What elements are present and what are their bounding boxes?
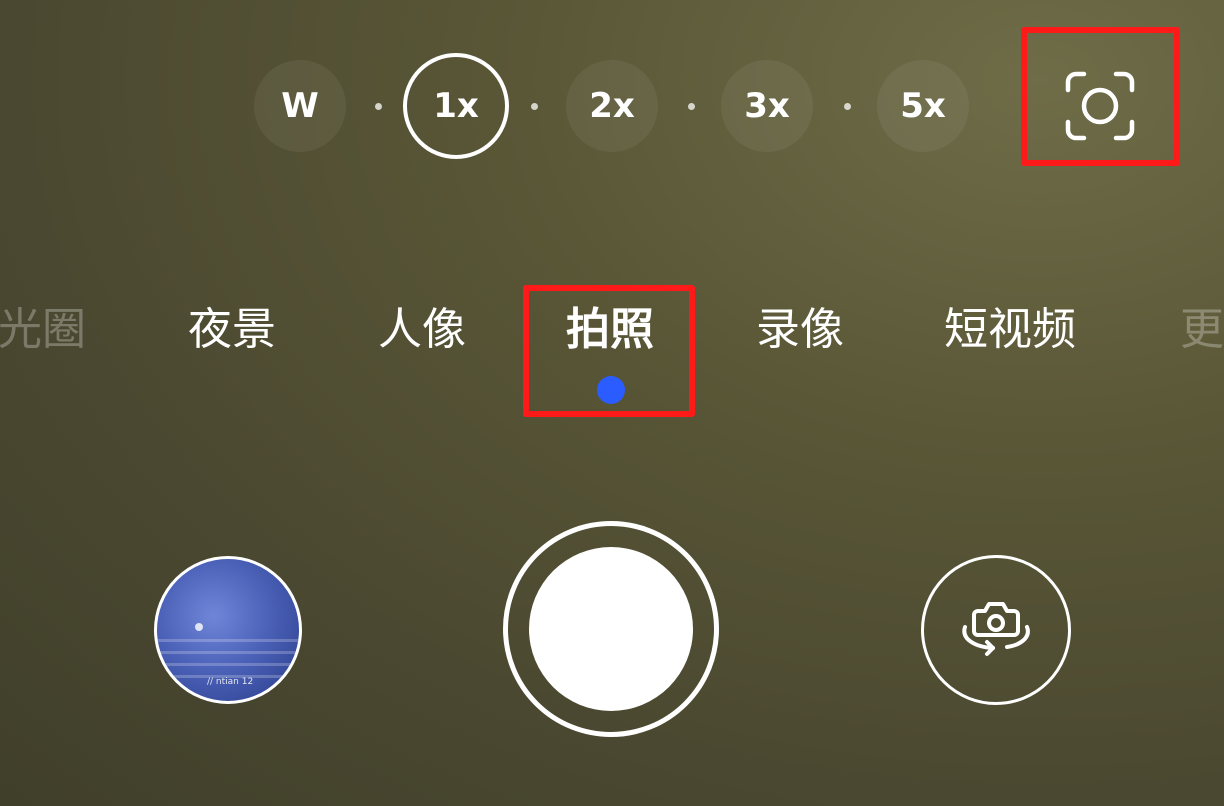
switch-camera-icon <box>962 602 1030 656</box>
zoom-separator-dot <box>844 103 851 110</box>
annotation-box-photo-mode <box>523 285 695 417</box>
thumbnail-avatar <box>195 623 203 631</box>
zoom-separator-dot <box>688 103 695 110</box>
thumbnail-caption: // ntian 12 <box>207 677 254 687</box>
zoom-3x-button[interactable]: 3x <box>721 60 813 152</box>
gallery-thumbnail[interactable]: // ntian 12 <box>154 556 302 704</box>
mode-portrait[interactable]: 人像 <box>378 300 466 360</box>
thumbnail-stripe <box>157 639 299 642</box>
zoom-5x-button[interactable]: 5x <box>877 60 969 152</box>
shutter-button-inner[interactable] <box>529 547 693 711</box>
mode-video[interactable]: 录像 <box>756 300 844 360</box>
mode-short-video[interactable]: 短视频 <box>944 300 1076 360</box>
zoom-1x-button[interactable]: 1x <box>403 53 509 159</box>
switch-camera-button[interactable] <box>921 555 1071 705</box>
thumbnail-stripe <box>157 651 299 654</box>
zoom-separator-dot <box>531 103 538 110</box>
zoom-w-button[interactable]: W <box>254 60 346 152</box>
zoom-separator-dot <box>375 103 382 110</box>
thumbnail-stripe <box>157 663 299 666</box>
mode-aperture[interactable]: 光圈 <box>0 300 86 360</box>
mode-night[interactable]: 夜景 <box>188 300 276 360</box>
mode-more[interactable]: 更 <box>1180 300 1224 360</box>
zoom-2x-button[interactable]: 2x <box>566 60 658 152</box>
annotation-box-lens <box>1021 27 1180 166</box>
